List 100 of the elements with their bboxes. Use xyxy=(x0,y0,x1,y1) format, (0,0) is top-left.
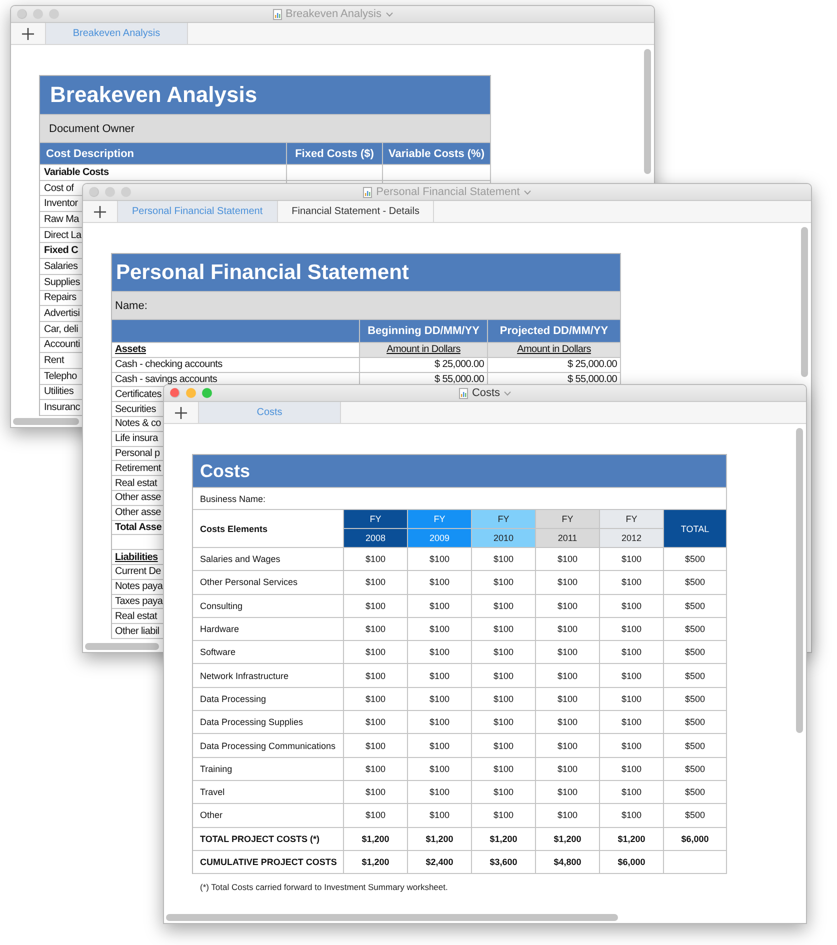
table-cell: $100 xyxy=(344,804,408,828)
table-cell: $100 xyxy=(344,688,408,712)
column-header: FY xyxy=(536,510,600,529)
table-cell: $100 xyxy=(408,548,472,572)
table-cell: $500 xyxy=(664,711,727,734)
table-cell: $100 xyxy=(344,758,408,781)
table-cell: $100 xyxy=(600,734,664,758)
table-cell: $100 xyxy=(600,804,664,828)
column-header: Fixed Costs ($) xyxy=(287,143,383,165)
table-cell: Data Processing Supplies xyxy=(193,711,344,734)
table-cell: Software xyxy=(193,641,344,664)
table-cell: $100 xyxy=(536,804,600,828)
table-cell: $3,600 xyxy=(472,850,536,874)
table-cell: $100 xyxy=(408,688,472,712)
scrollbar[interactable] xyxy=(801,227,808,377)
chevron-icon[interactable] xyxy=(386,12,392,16)
table-cell: $100 xyxy=(472,664,536,688)
chevron-icon[interactable] xyxy=(524,190,531,194)
table-cell: $500 xyxy=(664,641,727,664)
table-cell: $100 xyxy=(600,594,664,618)
table-cell: $500 xyxy=(664,734,727,758)
column-header: 2010 xyxy=(472,529,536,548)
document-icon xyxy=(363,186,372,198)
scrollbar[interactable] xyxy=(85,643,159,650)
table-cell: $500 xyxy=(664,780,727,804)
column-header: Projected DD/MM/YY xyxy=(488,320,621,343)
close-button[interactable] xyxy=(17,9,27,19)
table-cell: $500 xyxy=(664,571,727,595)
column-header: Beginning DD/MM/YY xyxy=(360,320,488,343)
table-cell: $100 xyxy=(600,641,664,664)
table-cell: $100 xyxy=(536,734,600,758)
table-cell: $100 xyxy=(344,664,408,688)
column-header: 2009 xyxy=(408,529,472,548)
window-title: Costs xyxy=(472,387,500,399)
table-cell: $6,000 xyxy=(664,828,727,851)
table-cell: $100 xyxy=(536,688,600,712)
table-cell: $100 xyxy=(344,780,408,804)
table-cell: Other xyxy=(193,804,344,828)
scrollbar[interactable] xyxy=(644,49,651,174)
sheet-tab[interactable]: Costs xyxy=(199,402,341,423)
column-header: FY xyxy=(472,510,536,529)
column-header: Cost Description xyxy=(40,143,287,165)
table-cell: $100 xyxy=(472,571,536,595)
table-cell: Hardware xyxy=(193,618,344,642)
table-cell: Document Owner xyxy=(40,115,491,143)
table-cell: $4,800 xyxy=(536,850,600,874)
table-cell: $100 xyxy=(536,758,600,781)
column-header: TOTAL xyxy=(664,510,727,548)
table-cell: $100 xyxy=(472,548,536,572)
table-cell xyxy=(664,850,727,874)
table-cell: $100 xyxy=(408,641,472,664)
table-cell: Consulting xyxy=(193,594,344,618)
zoom-button[interactable] xyxy=(202,388,212,398)
chevron-icon[interactable] xyxy=(504,390,512,396)
column-header: 2011 xyxy=(536,529,600,548)
document-icon xyxy=(272,8,282,20)
table-cell: $100 xyxy=(600,548,664,572)
close-button[interactable] xyxy=(170,388,180,398)
table-cell: TOTAL PROJECT COSTS (*) xyxy=(193,828,344,851)
scrollbar[interactable] xyxy=(13,418,79,425)
sheet-tab[interactable]: Personal Financial Statement xyxy=(118,201,278,222)
table-cell: $100 xyxy=(472,594,536,618)
scrollbar[interactable] xyxy=(166,914,618,921)
table-cell: Salaries and Wages xyxy=(193,548,344,572)
close-button[interactable] xyxy=(89,187,99,197)
table-cell: $100 xyxy=(536,780,600,804)
column-header: Variable Costs (%) xyxy=(383,143,491,165)
table-cell: $100 xyxy=(536,641,600,664)
table-cell: $100 xyxy=(344,571,408,595)
sheet-title: Personal Financial Statement xyxy=(112,254,621,292)
table-cell: $100 xyxy=(344,641,408,664)
table-cell: Cash - checking accounts xyxy=(112,358,360,373)
table-cell: Amount in Dollars xyxy=(488,343,621,358)
sheet-tab[interactable]: Breakeven Analysis xyxy=(46,23,188,44)
document-icon xyxy=(458,388,468,398)
table-cell: $100 xyxy=(408,780,472,804)
table-cell: $100 xyxy=(408,734,472,758)
table-cell: $1,200 xyxy=(344,828,408,851)
table-cell: $100 xyxy=(536,594,600,618)
table-cell: $100 xyxy=(472,758,536,781)
table-cell: $100 xyxy=(536,711,600,734)
table-cell: $100 xyxy=(472,734,536,758)
plus-icon xyxy=(22,28,34,40)
scrollbar[interactable] xyxy=(796,428,803,733)
table-cell: $1,200 xyxy=(408,828,472,851)
table-cell: $100 xyxy=(344,548,408,572)
table-cell: Travel xyxy=(193,780,344,804)
table-cell: Network Infrastructure xyxy=(193,664,344,688)
table-cell: Amount in Dollars xyxy=(360,343,488,358)
zoom-button[interactable] xyxy=(121,187,131,197)
minimize-button[interactable] xyxy=(105,187,115,197)
table-cell: $500 xyxy=(664,664,727,688)
table-cell: $100 xyxy=(536,664,600,688)
table-cell: Name: xyxy=(112,292,621,320)
column-header: FY xyxy=(600,510,664,529)
minimize-button[interactable] xyxy=(186,388,196,398)
table-cell: $100 xyxy=(408,618,472,642)
table-cell: $ 25,000.00 xyxy=(360,358,488,373)
zoom-button[interactable] xyxy=(49,9,59,19)
minimize-button[interactable] xyxy=(33,9,43,19)
